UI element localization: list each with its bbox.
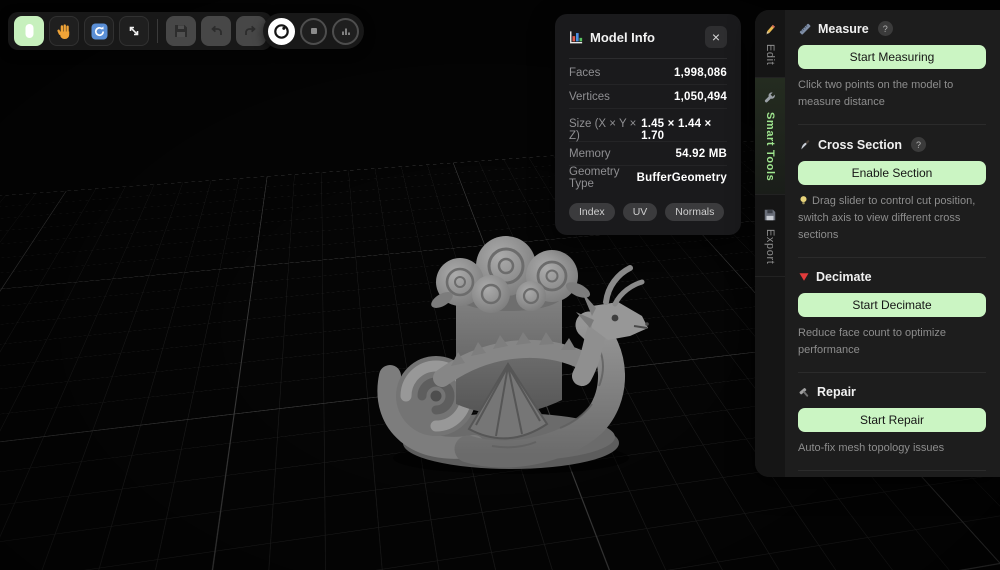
dragon-planter-model[interactable] bbox=[356, 228, 656, 480]
row-value: 54.92 MB bbox=[675, 147, 727, 160]
wrench-icon bbox=[764, 92, 775, 103]
tab-label: Edit bbox=[764, 44, 776, 66]
help-icon: ? bbox=[882, 23, 888, 34]
start-measuring-button[interactable]: Start Measuring bbox=[798, 45, 986, 69]
section-divider bbox=[798, 372, 986, 374]
row-label: Size (X × Y × Z) bbox=[569, 117, 637, 142]
hand-icon bbox=[56, 23, 69, 39]
undo-button[interactable] bbox=[201, 16, 231, 46]
start-decimate-button[interactable]: Start Decimate bbox=[798, 293, 986, 318]
info-row-faces: Faces 1,998,086 bbox=[569, 61, 727, 85]
section-title: Measure bbox=[818, 21, 869, 36]
tab-label: Export bbox=[764, 228, 776, 265]
main-toolbar bbox=[8, 12, 272, 50]
section-title: Cross Section bbox=[818, 137, 903, 152]
perspective-view-button[interactable] bbox=[268, 17, 295, 45]
section-cross-section: Cross Section ? Enable Section Drag slid… bbox=[798, 137, 986, 244]
floppy-icon bbox=[175, 25, 187, 37]
close-icon: × bbox=[711, 29, 721, 45]
badge-normals: Normals bbox=[665, 203, 725, 221]
enable-section-button[interactable]: Enable Section bbox=[798, 161, 986, 186]
row-value: 1,998,086 bbox=[674, 66, 727, 79]
tools-panel: Edit Smart Tools Export Measure ? Start … bbox=[755, 10, 1000, 477]
cross-section-help-button[interactable]: ? bbox=[911, 137, 927, 153]
start-repair-button[interactable]: Start Repair bbox=[798, 408, 986, 433]
row-value: 1,050,494 bbox=[674, 90, 727, 103]
rotate-icon bbox=[91, 23, 107, 39]
tab-smart-tools[interactable]: Smart Tools bbox=[755, 78, 785, 195]
section-description-text: Drag slider to control cut position, swi… bbox=[798, 195, 976, 242]
smart-tools-content: Measure ? Start Measuring Click two poin… bbox=[785, 10, 1000, 477]
section-divider bbox=[798, 257, 986, 259]
knife-icon bbox=[801, 139, 810, 149]
info-row-memory: Memory 54.92 MB bbox=[569, 142, 727, 166]
redo-arrow-icon bbox=[245, 25, 256, 35]
floppy-icon bbox=[764, 209, 776, 220]
ruler-icon bbox=[799, 23, 811, 34]
model-info-title: Model Info bbox=[590, 29, 655, 45]
stats-view-button[interactable] bbox=[332, 17, 359, 45]
pencil-icon bbox=[766, 24, 775, 35]
row-value: 1.45 × 1.44 × 1.70 bbox=[641, 117, 712, 142]
section-measure: Measure ? Start Measuring Click two poin… bbox=[798, 21, 986, 111]
panel-tab-rail: Edit Smart Tools Export bbox=[755, 10, 785, 477]
row-label: Geometry Type bbox=[569, 166, 620, 190]
section-description: Drag slider to control cut position, swi… bbox=[798, 193, 986, 244]
tab-edit[interactable]: Edit bbox=[755, 10, 785, 79]
model-info-divider bbox=[569, 58, 727, 59]
circle-dot-icon bbox=[274, 23, 289, 39]
mouse-cursor-icon bbox=[25, 24, 34, 38]
badge-index: Index bbox=[569, 203, 615, 221]
row-label: Faces bbox=[569, 66, 601, 79]
geometry-badges: Index UV Normals bbox=[569, 203, 727, 221]
info-row-geometry-type: Geometry Type BufferGeometry bbox=[569, 166, 727, 190]
tab-label: Smart Tools bbox=[764, 112, 776, 182]
info-row-size: Size (X × Y × Z) 1.45 × 1.44 × 1.70 bbox=[569, 118, 727, 142]
section-title: Repair bbox=[817, 385, 856, 400]
section-divider bbox=[798, 470, 986, 472]
toolbar-divider bbox=[157, 19, 158, 43]
triangle-down-icon bbox=[799, 273, 809, 281]
hammer-icon bbox=[799, 387, 809, 397]
square-icon bbox=[310, 28, 317, 34]
section-repair: Repair Start Repair Auto-fix mesh topolo… bbox=[798, 385, 986, 457]
section-description: Reduce face count to optimize performanc… bbox=[798, 327, 946, 357]
view-controls bbox=[263, 13, 364, 49]
row-label: Vertices bbox=[569, 90, 610, 103]
row-label: Memory bbox=[569, 147, 611, 160]
close-button[interactable]: × bbox=[705, 26, 727, 48]
help-icon: ? bbox=[916, 139, 922, 150]
undo-arrow-icon bbox=[211, 25, 222, 35]
solid-view-button[interactable] bbox=[300, 17, 327, 45]
model-info-panel: Model Info × Faces 1,998,086 Vertices 1,… bbox=[555, 14, 741, 235]
info-row-vertices: Vertices 1,050,494 bbox=[569, 85, 727, 109]
redo-button[interactable] bbox=[236, 16, 266, 46]
section-decimate: Decimate Start Decimate Reduce face coun… bbox=[798, 270, 986, 359]
tab-export[interactable]: Export bbox=[755, 195, 785, 278]
resize-tool-button[interactable] bbox=[119, 16, 149, 46]
measure-help-button[interactable]: ? bbox=[877, 21, 893, 36]
section-description: Click two points on the model to measure… bbox=[798, 79, 954, 109]
app-window: Model Info × Faces 1,998,086 Vertices 1,… bbox=[0, 0, 1000, 570]
save-button[interactable] bbox=[166, 16, 196, 46]
diagonal-arrows-icon bbox=[129, 26, 139, 36]
bar-chart-icon bbox=[570, 31, 583, 44]
bars-icon bbox=[341, 28, 350, 35]
section-divider bbox=[798, 124, 986, 126]
row-value: BufferGeometry bbox=[636, 172, 727, 184]
section-description: Auto-fix mesh topology issues bbox=[798, 442, 945, 455]
pan-tool-button[interactable] bbox=[49, 16, 79, 46]
orbit-tool-button[interactable] bbox=[84, 16, 114, 46]
badge-uv: UV bbox=[622, 203, 658, 221]
section-title: Decimate bbox=[816, 270, 872, 285]
lightbulb-icon bbox=[800, 196, 807, 205]
select-tool-button[interactable] bbox=[14, 16, 44, 46]
